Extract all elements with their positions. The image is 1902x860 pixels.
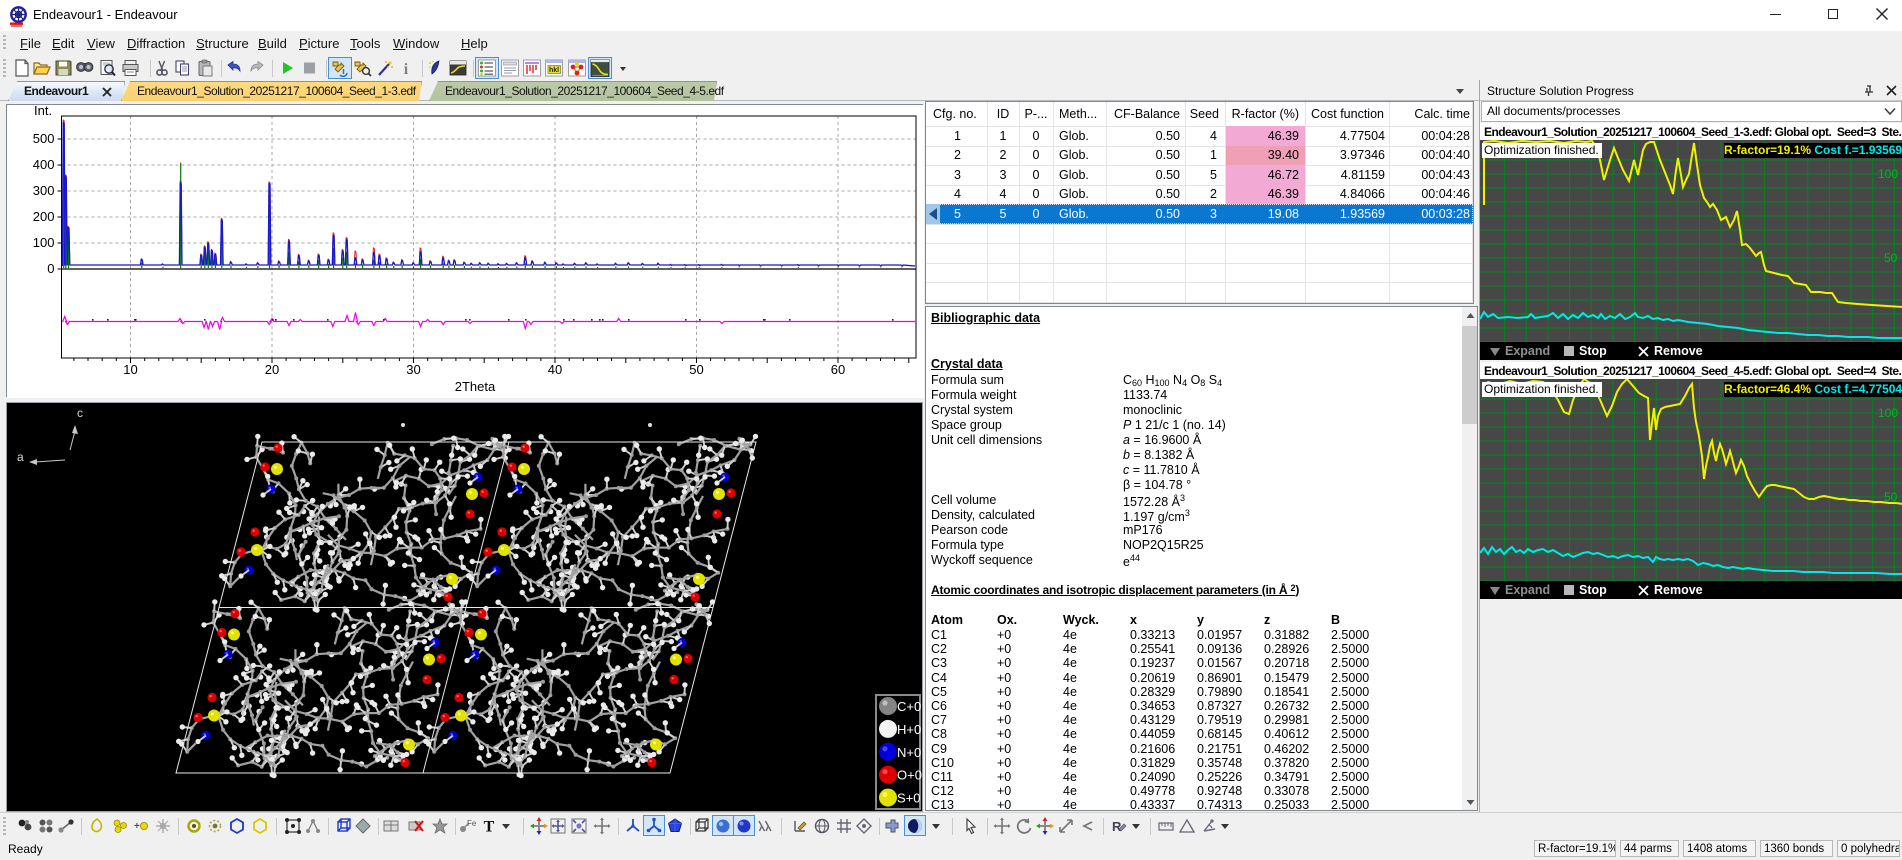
svg-text:40: 40 (548, 362, 562, 377)
svg-text:a: a (17, 450, 24, 464)
svg-text:400: 400 (33, 157, 55, 172)
svg-text:2Theta: 2Theta (455, 379, 496, 394)
svg-text:20: 20 (265, 362, 279, 377)
svg-text:300: 300 (33, 183, 55, 198)
svg-text:200: 200 (33, 209, 55, 224)
svg-text:Fe: Fe (467, 819, 476, 828)
svg-text:100: 100 (33, 235, 55, 250)
svg-text:hkl: hkl (549, 67, 559, 74)
svg-text:Int.: Int. (34, 105, 52, 118)
svg-text:i: i (404, 61, 409, 77)
svg-text:R: R (1112, 819, 1122, 834)
svg-text:O+0: O+0 (897, 768, 922, 783)
svg-text:T: T (484, 819, 495, 836)
svg-text:10: 10 (123, 362, 137, 377)
svg-text:50: 50 (689, 362, 703, 377)
svg-text:c: c (77, 406, 83, 420)
svg-text:C+0: C+0 (897, 699, 921, 714)
svg-text:S+0: S+0 (897, 791, 921, 806)
svg-text:0: 0 (47, 261, 54, 276)
svg-text:+: + (134, 821, 140, 832)
svg-text:30: 30 (406, 362, 420, 377)
svg-text:H+0: H+0 (897, 722, 921, 737)
svg-text:100: 100 (1878, 167, 1898, 181)
svg-text:100: 100 (1878, 406, 1898, 420)
svg-text:N+0: N+0 (897, 745, 921, 760)
svg-text:50: 50 (1884, 251, 1898, 265)
svg-text:60: 60 (831, 362, 845, 377)
svg-text:500: 500 (33, 131, 55, 146)
